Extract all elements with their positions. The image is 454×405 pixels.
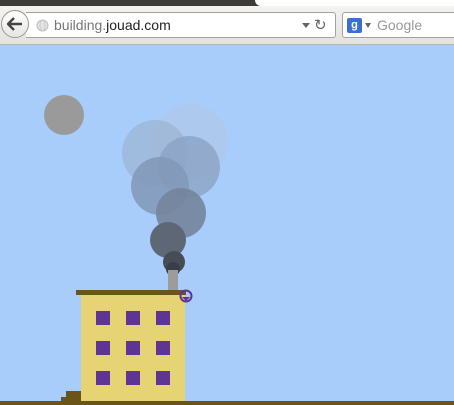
window — [96, 341, 110, 355]
url-prefix: building. — [54, 17, 107, 33]
url-history-dropdown-icon[interactable] — [302, 23, 310, 28]
game-canvas[interactable] — [0, 45, 454, 405]
smoke-puff — [150, 222, 186, 258]
window — [96, 371, 110, 385]
reload-icon[interactable]: ↻ — [314, 16, 327, 34]
ground-step — [61, 397, 81, 401]
window — [96, 311, 110, 325]
roof — [76, 290, 186, 295]
browser-toolbar: building.jouad.com ↻ g Google — [0, 6, 454, 45]
window — [126, 371, 140, 385]
sun-icon — [44, 95, 84, 135]
windows — [96, 311, 170, 385]
search-bar[interactable]: g Google — [342, 12, 454, 38]
window — [156, 341, 170, 355]
left-arrow-icon — [7, 17, 22, 31]
search-placeholder: Google — [377, 17, 423, 33]
url-host: jouad.com — [106, 17, 171, 33]
ground — [0, 401, 454, 405]
globe-icon — [36, 19, 49, 32]
ground-step — [66, 391, 81, 397]
url-text: building.jouad.com — [54, 17, 171, 33]
google-g-icon[interactable]: g — [347, 18, 362, 33]
engine-dropdown-icon[interactable] — [365, 23, 371, 28]
window — [156, 371, 170, 385]
back-button[interactable] — [1, 10, 29, 38]
window — [126, 311, 140, 325]
window — [126, 341, 140, 355]
chimney — [168, 270, 178, 291]
window — [156, 311, 170, 325]
url-bar[interactable]: building.jouad.com ↻ — [26, 12, 336, 38]
